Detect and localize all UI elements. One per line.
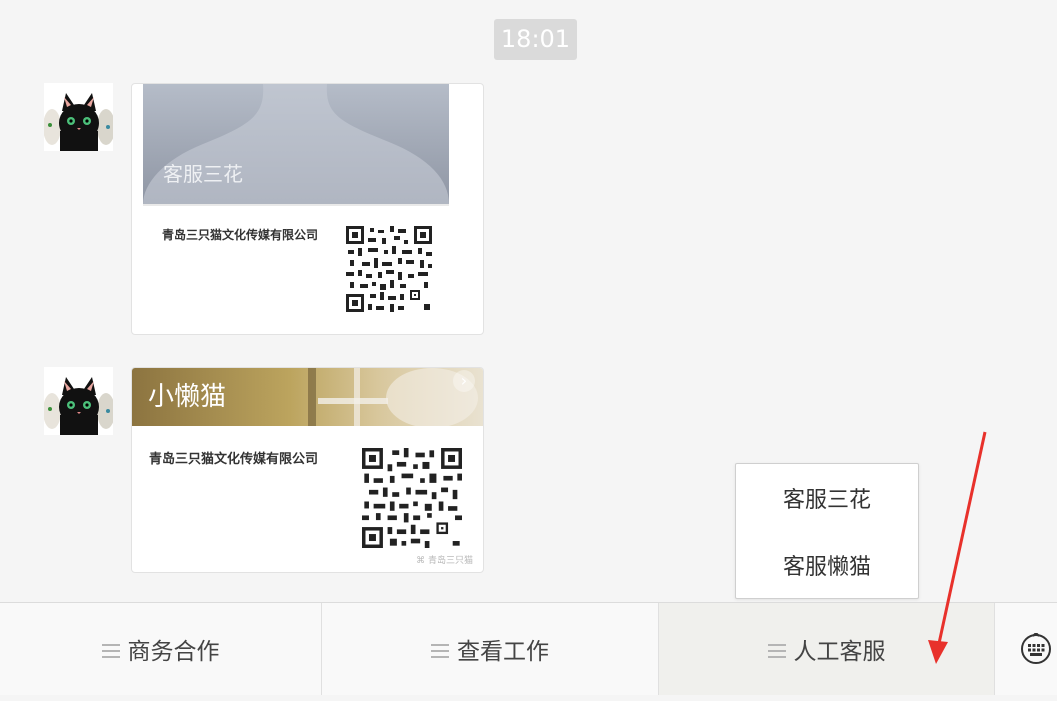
menu-button-label: 人工客服 [793,639,886,665]
black-cat-avatar-icon [44,367,113,435]
card-contact-name: 客服三花 [163,162,243,186]
menu-view-work[interactable]: 查看工作 [322,603,659,695]
card-company-name: 青岛三只猫文化传媒有限公司 [149,452,319,467]
avatar[interactable] [44,367,113,435]
card-contact-name: 小懒猫 [148,382,227,412]
card-watermark: ⌘ 青岛三只猫 [416,553,473,566]
watermark-logo-icon: ⌘ [416,556,426,566]
menu-business-cooperation[interactable]: 商务合作 [0,603,322,695]
black-cat-avatar-icon [44,83,113,151]
switch-to-keyboard-button[interactable] [995,603,1057,695]
qr-code-icon [346,226,432,312]
contact-card[interactable]: 客服三花 青岛三只猫文化传媒有限公司 [131,83,484,335]
bottom-menu-bar: 商务合作 查看工作 人工客服 [0,602,1057,695]
menu-lines-icon [767,643,786,658]
avatar[interactable] [44,83,113,151]
menu-button-label: 商务合作 [127,639,220,665]
menu-lines-icon [431,643,449,658]
chevron-right-icon: › [453,370,475,392]
menu-button-label: 查看工作 [457,639,549,665]
menu-lines-icon [101,643,120,658]
card-company-name: 青岛三只猫文化传媒有限公司 [162,228,319,242]
customer-service-submenu: 客服三花 客服懒猫 [735,463,919,599]
card-banner: 小懒猫 › [132,368,483,426]
menu-customer-service[interactable]: 人工客服 [659,603,995,695]
message-timestamp: 18:01 [494,19,577,60]
keyboard-icon [1021,633,1051,664]
qr-code-icon [362,448,462,548]
card-photo: 客服三花 [143,84,449,204]
submenu-item-lanmao[interactable]: 客服懒猫 [736,548,918,588]
watermark-text: 青岛三只猫 [427,556,473,566]
submenu-item-sanhua[interactable]: 客服三花 [736,481,918,521]
contact-card[interactable]: 小懒猫 › 青岛三只猫文化传媒有限公司 ⌘ 青岛三只猫 [131,367,484,573]
